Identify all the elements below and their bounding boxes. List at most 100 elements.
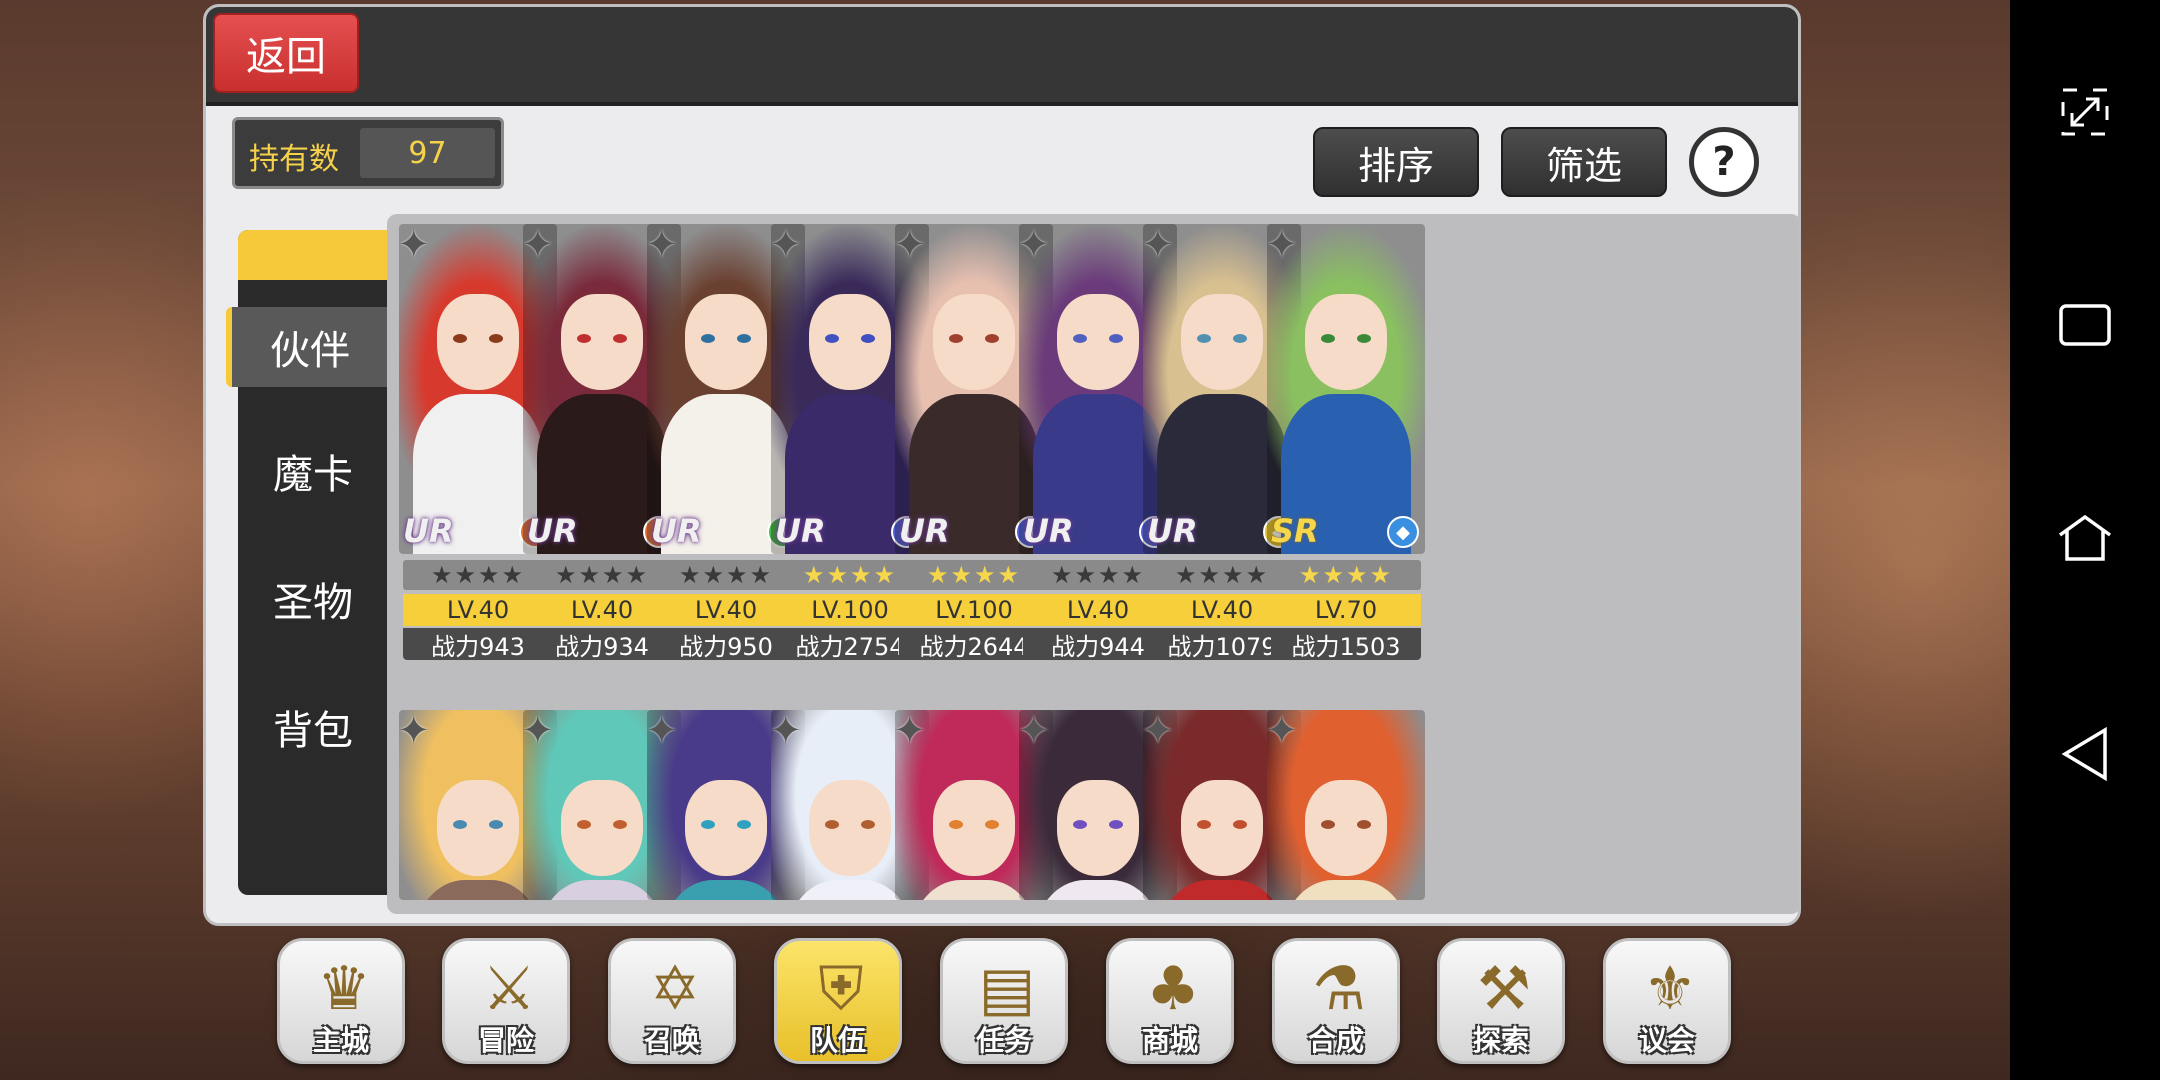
face: [809, 294, 891, 390]
face: [1057, 780, 1139, 876]
partner-grid: ✦ UR ◆ ★★★★ LV.40 战力943 ✦ UR ◆ ★★★★ LV.4…: [387, 214, 1798, 914]
team-cross-icon: ✦: [1267, 710, 1299, 754]
rarity-badge: UR: [899, 512, 950, 550]
rarity-badge: UR: [775, 512, 826, 550]
star-rating: ★★★★: [1271, 560, 1421, 590]
dock-button-shop-tree[interactable]: ♣ 商城: [1106, 938, 1234, 1064]
team-cross-icon: ✦: [1267, 224, 1299, 268]
category-sidebar: 伙伴 魔卡 圣物 背包: [226, 230, 388, 895]
dock-button-crown[interactable]: ♛ 主城: [277, 938, 405, 1064]
team-cross-icon: ✦: [895, 224, 927, 268]
top-bar: 返回: [206, 7, 1798, 106]
team-cross-icon: ✦: [523, 710, 555, 754]
fullscreen-icon[interactable]: [2055, 82, 2115, 142]
dock-button-summon-card[interactable]: ✡ 召唤: [608, 938, 736, 1064]
team-cross-icon: ✦: [647, 710, 679, 754]
left-eye: [1321, 334, 1335, 343]
element-icon: ◆: [1387, 516, 1419, 548]
dock-label: 商城: [1141, 1024, 1198, 1057]
left-eye: [1197, 820, 1211, 829]
right-eye: [1109, 820, 1123, 829]
back-nav-icon[interactable]: [2055, 724, 2115, 784]
face: [437, 294, 519, 390]
quest-book-icon: ▤: [978, 954, 1036, 1024]
partner-card[interactable]: ✦ SR ◆ ★★★★ LV.70 战力1503: [1267, 224, 1425, 664]
sidebar-item-partners[interactable]: 伙伴: [226, 307, 388, 387]
left-eye: [577, 820, 591, 829]
right-eye: [861, 334, 875, 343]
left-eye: [453, 334, 467, 343]
face: [1181, 294, 1263, 390]
team-cross-icon: ✦: [1019, 224, 1051, 268]
left-eye: [701, 334, 715, 343]
sidebar-item-magic-cards[interactable]: 魔卡: [238, 431, 388, 511]
dock-button-quest-book[interactable]: ▤ 任务: [940, 938, 1068, 1064]
filter-button[interactable]: 筛选: [1501, 127, 1667, 197]
left-eye: [1073, 334, 1087, 343]
dock-label: 任务: [975, 1024, 1032, 1057]
left-eye: [1197, 334, 1211, 343]
sidebar-accent: [238, 230, 388, 280]
dock-label: 探索: [1472, 1024, 1529, 1057]
team-cross-icon: ✦: [647, 224, 679, 268]
face: [561, 780, 643, 876]
explore-icon: ⚒: [1477, 954, 1531, 1024]
face: [1305, 294, 1387, 390]
team-cross-icon: ✦: [1143, 224, 1175, 268]
crossed-swords-icon: ⚔: [482, 954, 536, 1024]
dock-label: 冒险: [477, 1024, 534, 1057]
right-eye: [1233, 820, 1247, 829]
crown-icon: ♛: [317, 954, 371, 1024]
recent-apps-icon[interactable]: [2055, 295, 2115, 355]
dock-button-winged-shield[interactable]: ⛨ 队伍: [774, 938, 902, 1064]
right-eye: [985, 334, 999, 343]
potion-icon: ⚗: [1312, 954, 1366, 1024]
sidebar-item-relics[interactable]: 圣物: [238, 559, 388, 639]
right-eye: [1233, 334, 1247, 343]
holdings-counter: 持有数 97: [232, 117, 504, 189]
home-icon[interactable]: [2055, 508, 2115, 568]
rarity-badge: UR: [1023, 512, 1074, 550]
dock-button-explore[interactable]: ⚒ 探索: [1437, 938, 1565, 1064]
face: [685, 294, 767, 390]
dock-button-council-emblem[interactable]: ⚜ 议会: [1603, 938, 1731, 1064]
back-button[interactable]: 返回: [213, 13, 359, 93]
team-cross-icon: ✦: [1019, 710, 1051, 754]
right-eye: [1109, 334, 1123, 343]
left-eye: [949, 334, 963, 343]
face: [561, 294, 643, 390]
shop-tree-icon: ♣: [1146, 954, 1200, 1024]
right-eye: [1357, 334, 1371, 343]
rarity-badge: SR: [1271, 512, 1319, 550]
team-cross-icon: ✦: [771, 710, 803, 754]
dock-button-crossed-swords[interactable]: ⚔ 冒险: [442, 938, 570, 1064]
sidebar-item-bag[interactable]: 背包: [238, 687, 388, 767]
team-cross-icon: ✦: [523, 224, 555, 268]
partner-portrait: ✦ SR ◆: [1267, 224, 1425, 554]
holdings-value: 97: [360, 128, 495, 178]
right-eye: [489, 334, 503, 343]
right-eye: [613, 334, 627, 343]
team-cross-icon: ✦: [771, 224, 803, 268]
team-cross-icon: ✦: [1143, 710, 1175, 754]
right-eye: [1357, 820, 1371, 829]
face: [1181, 780, 1263, 876]
rarity-badge: UR: [1147, 512, 1198, 550]
left-eye: [453, 820, 467, 829]
face: [809, 780, 891, 876]
team-cross-icon: ✦: [399, 710, 431, 754]
dock-label: 议会: [1638, 1024, 1695, 1057]
right-eye: [489, 820, 503, 829]
roster-panel: 返回 持有数 97 排序 筛选 ? 伙伴 魔卡 圣物 背包 ✦ UR ◆ ★★★…: [203, 4, 1801, 926]
dock-button-potion[interactable]: ⚗ 合成: [1272, 938, 1400, 1064]
council-emblem-icon: ⚜: [1643, 954, 1697, 1024]
help-button[interactable]: ?: [1689, 127, 1759, 197]
right-eye: [737, 334, 751, 343]
summon-card-icon: ✡: [649, 954, 701, 1024]
sort-button[interactable]: 排序: [1313, 127, 1479, 197]
partner-card[interactable]: ✦: [1267, 710, 1425, 900]
rarity-badge: UR: [651, 512, 702, 550]
face: [933, 780, 1015, 876]
team-cross-icon: ✦: [895, 710, 927, 754]
partner-portrait: ✦: [1267, 710, 1425, 900]
